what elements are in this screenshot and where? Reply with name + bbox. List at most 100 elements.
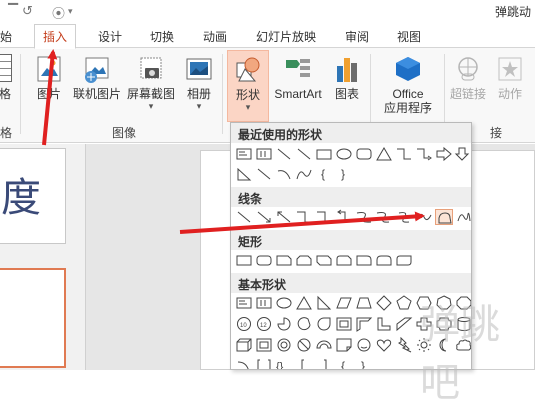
- no-symbol-shape[interactable]: [295, 337, 313, 353]
- scribble-shape[interactable]: [455, 209, 471, 225]
- curved-double-arrow-shape[interactable]: [395, 209, 413, 225]
- chevron-down-icon: ▾: [148, 101, 154, 111]
- cube-shape[interactable]: [235, 337, 253, 353]
- dodecagon-shape[interactable]: 12: [255, 316, 273, 332]
- watermark: 弹跳吧: [420, 302, 500, 406]
- trapezoid-shape[interactable]: [355, 295, 373, 311]
- elbow-arrow-connector-shape[interactable]: [315, 209, 333, 225]
- line-shape[interactable]: [275, 146, 293, 162]
- smiley-face-shape[interactable]: [355, 337, 373, 353]
- action-button[interactable]: 动作: [492, 54, 528, 101]
- curve-shape[interactable]: [415, 209, 433, 225]
- snip-diagonal-rectangle-shape[interactable]: [315, 252, 333, 268]
- heart-shape[interactable]: [375, 337, 393, 353]
- oval-shape[interactable]: [275, 295, 293, 311]
- right-triangle-shape[interactable]: [315, 295, 333, 311]
- arrow-line-shape[interactable]: [255, 209, 273, 225]
- table-button[interactable]: 格: [0, 54, 14, 101]
- slide-thumbnail-selected[interactable]: [0, 268, 66, 368]
- arrow-line-shape[interactable]: [295, 146, 313, 162]
- isosceles-triangle-shape[interactable]: [295, 295, 313, 311]
- arc-shape[interactable]: [235, 358, 253, 369]
- rectangle-shape[interactable]: [235, 252, 253, 268]
- round-diagonal-rectangle-shape[interactable]: [395, 252, 413, 268]
- table-icon: [0, 54, 12, 82]
- oval-shape[interactable]: [335, 146, 353, 162]
- donut-shape[interactable]: [275, 337, 293, 353]
- tab-insert[interactable]: 插入: [34, 24, 77, 49]
- bevel-shape[interactable]: [255, 337, 273, 353]
- right-bracket-shape[interactable]: [315, 358, 333, 369]
- l-shape[interactable]: [375, 316, 393, 332]
- elbow-arrow-connector-shape[interactable]: [415, 146, 433, 162]
- frame-shape[interactable]: [335, 316, 353, 332]
- snip-round-rectangle-shape[interactable]: [335, 252, 353, 268]
- arc-shape[interactable]: [275, 166, 293, 182]
- vertical-text-box-shape[interactable]: [255, 146, 273, 162]
- snip-same-side-rectangle-shape[interactable]: [295, 252, 313, 268]
- right-brace-shape[interactable]: }: [335, 166, 353, 182]
- line-shape[interactable]: [255, 166, 273, 182]
- text-box-shape[interactable]: [235, 146, 253, 162]
- pentagon-shape[interactable]: [395, 295, 413, 311]
- elbow-double-arrow-shape[interactable]: [335, 209, 353, 225]
- line-shape[interactable]: [235, 209, 253, 225]
- undo-icon[interactable]: ↺: [22, 3, 33, 19]
- left-bracket-shape[interactable]: [295, 358, 313, 369]
- album-icon: [186, 58, 212, 80]
- double-brace-shape[interactable]: {}: [275, 358, 293, 369]
- title-bar: ▔ ↺ ⦿ ▾ 弹跳动: [0, 0, 535, 22]
- down-arrow-shape[interactable]: [453, 146, 471, 162]
- group-label-tables: 格: [0, 126, 13, 140]
- chart-button[interactable]: 图表: [330, 54, 364, 101]
- rounded-rectangle-shape[interactable]: [355, 146, 373, 162]
- smartart-button[interactable]: SmartArt: [270, 54, 326, 101]
- round-single-corner-rectangle-shape[interactable]: [355, 252, 373, 268]
- group-label-links: 接: [490, 126, 503, 140]
- half-frame-shape[interactable]: [355, 316, 373, 332]
- decagon-shape[interactable]: 10: [235, 316, 253, 332]
- office-apps-button[interactable]: Office 应用程序: [376, 54, 440, 115]
- album-button[interactable]: 相册 ▾: [182, 54, 216, 111]
- curve-shape[interactable]: [295, 166, 313, 182]
- lightning-bolt-shape[interactable]: [395, 336, 413, 353]
- from-beginning-icon[interactable]: ⦿: [52, 3, 65, 22]
- double-arrow-line-shape[interactable]: [275, 209, 293, 225]
- folded-corner-shape[interactable]: [335, 337, 353, 353]
- triangle-shape[interactable]: [375, 146, 393, 162]
- online-picture-button[interactable]: 联机图片: [72, 54, 122, 101]
- elbow-connector-shape[interactable]: [395, 146, 413, 162]
- section-header-rectangles: 矩形: [231, 230, 471, 250]
- diagonal-stripe-shape[interactable]: [395, 316, 413, 332]
- chord-shape[interactable]: [295, 316, 313, 332]
- round-same-side-rectangle-shape[interactable]: [375, 252, 393, 268]
- teardrop-shape[interactable]: [315, 316, 333, 332]
- hyperlink-button[interactable]: 超链接: [448, 54, 488, 101]
- slide-thumbnail[interactable]: 度: [0, 148, 66, 244]
- double-bracket-shape[interactable]: [255, 358, 273, 369]
- parallelogram-shape[interactable]: [335, 295, 353, 311]
- block-arc-shape[interactable]: [315, 337, 333, 353]
- elbow-connector-shape[interactable]: [295, 209, 313, 225]
- triangle-shape[interactable]: [235, 166, 253, 182]
- right-arrow-shape[interactable]: [435, 146, 453, 162]
- customize-quick-access-icon[interactable]: ▾: [68, 6, 73, 17]
- left-brace-shape[interactable]: {: [335, 358, 353, 369]
- undo-icon[interactable]: ▔: [8, 3, 18, 19]
- diamond-shape[interactable]: [375, 295, 393, 311]
- screenshot-button[interactable]: 屏幕截图 ▾: [126, 54, 176, 111]
- window-title: 弹跳动: [494, 5, 531, 19]
- picture-button[interactable]: 图片: [32, 54, 66, 101]
- freeform-shape[interactable]: [435, 209, 453, 225]
- snip-single-corner-rectangle-shape[interactable]: [275, 252, 293, 268]
- curved-connector-shape[interactable]: [355, 209, 373, 225]
- curved-arrow-connector-shape[interactable]: [375, 209, 393, 225]
- shapes-button[interactable]: 形状 ▾: [227, 50, 269, 122]
- right-brace-shape[interactable]: }: [355, 358, 373, 369]
- pie-shape[interactable]: [275, 316, 293, 332]
- left-brace-shape[interactable]: {: [315, 166, 333, 182]
- vertical-text-box-shape[interactable]: [255, 295, 273, 311]
- text-box-shape[interactable]: [235, 295, 253, 311]
- rectangle-shape[interactable]: [315, 146, 333, 162]
- rounded-rectangle-shape[interactable]: [255, 252, 273, 268]
